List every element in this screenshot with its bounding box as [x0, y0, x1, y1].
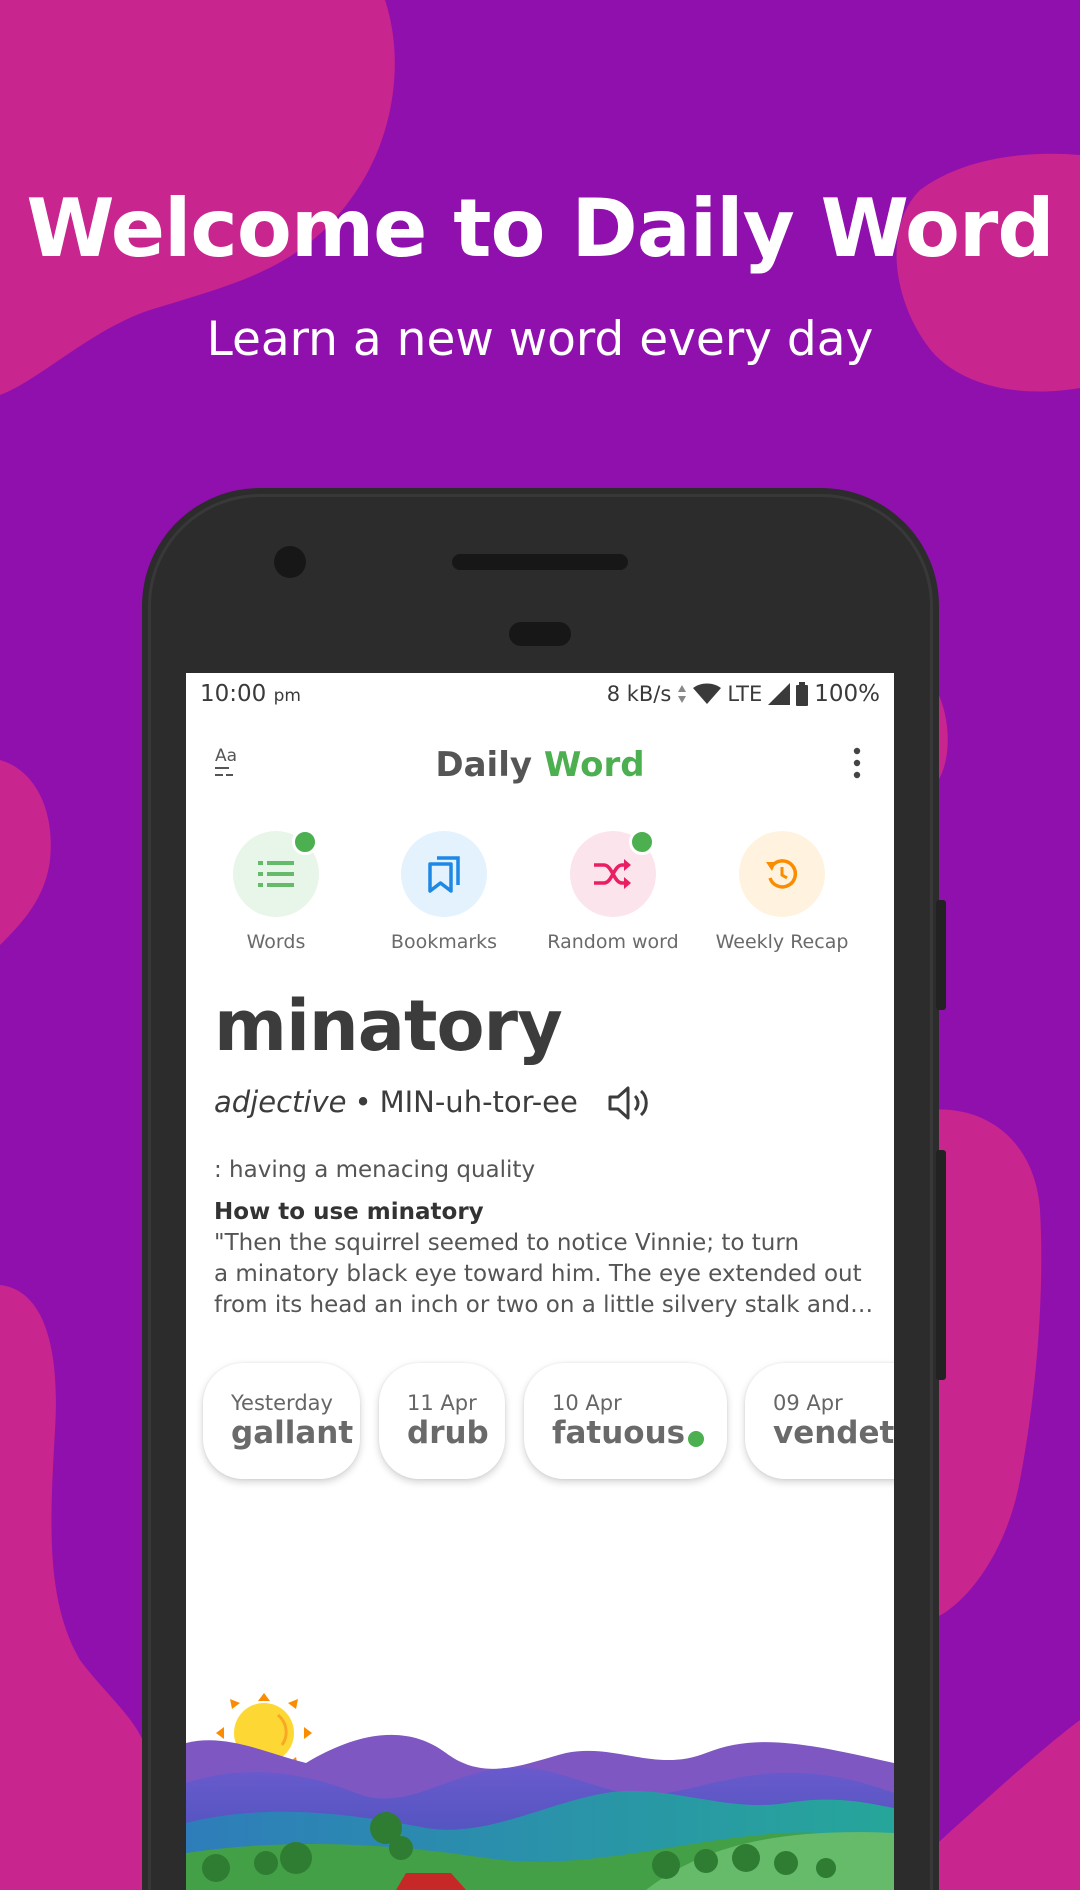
- power-button: [936, 900, 946, 1010]
- hero-title: Welcome to Daily Word: [26, 182, 1054, 275]
- landscape-illustration: [186, 1693, 894, 1890]
- pronounce-speaker-icon[interactable]: [608, 1084, 652, 1122]
- status-indicators: 8 kB/s LTE 100%: [607, 681, 880, 707]
- recap-icon-circle: [739, 831, 825, 917]
- recent-words-strip[interactable]: Yesterday gallant 11 Apr drub 10 Apr fat…: [186, 1363, 894, 1483]
- network-speed: 8 kB/s: [606, 682, 672, 706]
- new-indicator-dot: [629, 829, 655, 855]
- usage-example[interactable]: "Then the squirrel seemed to notice Vinn…: [214, 1228, 874, 1321]
- chip-word: gallant: [231, 1415, 354, 1451]
- status-bar: 10:00 pm 8 kB/s LTE 100%: [186, 673, 894, 715]
- definition: : having a menacing quality: [214, 1157, 536, 1183]
- hero-subtitle: Learn a new word every day: [206, 312, 874, 367]
- recent-word-chip[interactable]: 10 Apr fatuous: [524, 1363, 727, 1479]
- recent-word-chip[interactable]: Yesterday gallant: [203, 1363, 360, 1479]
- network-type: LTE: [727, 682, 763, 706]
- chip-word: drub: [407, 1415, 489, 1451]
- meta-separator: •: [354, 1085, 372, 1119]
- shortcut-label: Random word: [547, 931, 679, 953]
- recent-word-chip[interactable]: 09 Apr vendetta: [745, 1363, 894, 1479]
- volume-button: [936, 1150, 946, 1380]
- chip-word: vendetta: [773, 1415, 894, 1451]
- phone-screen: 10:00 pm 8 kB/s LTE 100% Aa Daily Word W…: [186, 673, 894, 1890]
- usage-line: a minatory black eye toward him. The eye…: [214, 1261, 862, 1287]
- shortcut-row: Words Bookmarks Random word Weekly Recap: [186, 829, 894, 961]
- new-indicator-dot: [292, 829, 318, 855]
- front-camera: [274, 546, 306, 578]
- history-icon: [766, 859, 798, 889]
- shortcut-label: Weekly Recap: [715, 931, 849, 953]
- part-of-speech: adjective: [214, 1085, 347, 1119]
- unread-dot: [688, 1431, 704, 1447]
- battery-percent: 100%: [814, 681, 880, 707]
- app-title: Daily Word: [186, 745, 894, 785]
- shortcut-random-word[interactable]: Random word: [533, 829, 693, 961]
- recent-word-chip[interactable]: 11 Apr drub: [379, 1363, 505, 1479]
- usage-line: "Then the squirrel seemed to notice Vinn…: [214, 1230, 800, 1256]
- usage-title: How to use minatory: [214, 1199, 484, 1225]
- cell-signal-icon: [768, 683, 791, 705]
- shortcut-label: Bookmarks: [390, 931, 498, 953]
- chip-date: 09 Apr: [773, 1391, 843, 1415]
- word-meta: adjective • MIN-uh-tor-ee: [214, 1085, 578, 1119]
- pronunciation: MIN-uh-tor-ee: [379, 1085, 578, 1119]
- overflow-menu-icon[interactable]: [852, 747, 862, 779]
- wifi-icon: [693, 683, 722, 704]
- shuffle-icon: [594, 859, 631, 889]
- battery-icon: [796, 682, 809, 706]
- app-title-word: Word: [543, 745, 645, 785]
- app-title-daily: Daily: [435, 745, 533, 785]
- usage-line: from its head an inch or two on a little…: [214, 1292, 874, 1318]
- chip-date: 11 Apr: [407, 1391, 477, 1415]
- chip-word: fatuous: [552, 1415, 686, 1451]
- word-of-the-day: minatory: [214, 985, 563, 1067]
- shortcut-label: Words: [246, 931, 306, 953]
- shortcut-bookmarks[interactable]: Bookmarks: [364, 831, 524, 961]
- status-time: 10:00 pm: [200, 681, 301, 707]
- shortcut-weekly-recap[interactable]: Weekly Recap: [702, 831, 862, 961]
- earpiece-speaker: [452, 554, 628, 570]
- chip-date: 10 Apr: [552, 1391, 622, 1415]
- bookmarks-icon-circle: [401, 831, 487, 917]
- shortcut-words[interactable]: Words: [196, 829, 356, 961]
- status-time-value: 10:00: [200, 681, 267, 707]
- bookmarks-icon: [428, 856, 460, 893]
- status-time-ampm: pm: [273, 686, 301, 706]
- list-icon: [258, 861, 294, 887]
- data-activity-icon: [678, 685, 687, 703]
- chip-date: Yesterday: [231, 1391, 333, 1415]
- proximity-sensor: [509, 622, 571, 646]
- app-bar: Aa Daily Word: [186, 735, 894, 795]
